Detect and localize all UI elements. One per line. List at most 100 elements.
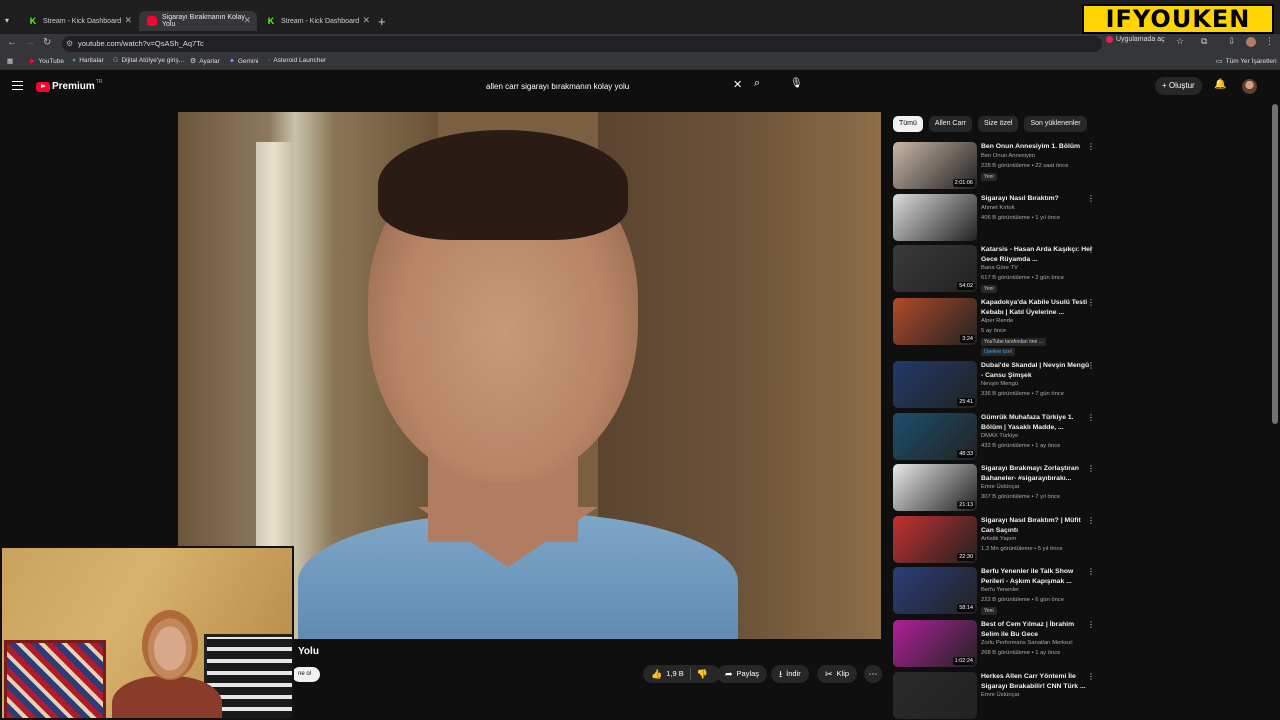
menu-icon[interactable] xyxy=(12,81,23,90)
recommendation-item[interactable]: 54:02 Katarsis - Hasan Arda Kaşıkçı: Her … xyxy=(893,245,1103,295)
recommendation-title[interactable]: Sigarayı Nasıl Bıraktım? | Müfit Can Saç… xyxy=(981,516,1093,535)
recommendation-title[interactable]: Gümrük Muhafaza Türkiye 1. Bölüm | Yasak… xyxy=(981,413,1093,432)
close-tab-icon[interactable]: ✕ xyxy=(124,15,132,26)
clear-search-icon[interactable]: ✕ xyxy=(733,78,742,91)
video-thumbnail[interactable]: 3:24 xyxy=(893,298,977,345)
search-icon[interactable]: ⌕ xyxy=(754,77,760,90)
recommendation-title[interactable]: Best of Cem Yılmaz | İbrahim Selim ile B… xyxy=(981,620,1093,639)
browser-tab[interactable]: K Stream - Kick Dashboard ✕ xyxy=(20,11,138,31)
video-thumbnail[interactable]: 54:02 xyxy=(893,245,977,292)
channel-name[interactable]: Alper Rende xyxy=(981,318,1013,324)
channel-name[interactable]: Nevşin Mengü xyxy=(981,381,1018,387)
back-icon[interactable]: ← xyxy=(7,37,17,48)
video-thumbnail[interactable]: 2:01:06 xyxy=(893,142,977,189)
subscribe-button[interactable]: ne ol xyxy=(292,667,320,682)
video-thumbnail[interactable]: 22:30 xyxy=(893,516,977,563)
more-options-icon[interactable]: ⋮ xyxy=(1087,464,1095,473)
close-tab-icon[interactable]: ✕ xyxy=(362,15,370,26)
recommendation-item[interactable]: 25:41 Dubai'de Skandal | Nevşin Mengü - C… xyxy=(893,361,1103,411)
video-thumbnail[interactable] xyxy=(893,672,977,719)
browser-menu-icon[interactable]: ⋮ xyxy=(1265,36,1274,47)
bookmark-star-icon[interactable]: ☆ xyxy=(1176,36,1184,47)
recommendation-item[interactable]: 3:24 Kapadokya'da Kabile Usulü Testi Keba… xyxy=(893,298,1103,356)
forward-icon[interactable]: → xyxy=(25,37,35,48)
site-info-icon[interactable]: ⚙ xyxy=(66,36,73,52)
recommendation-item[interactable]: 2:01:06 Ben Onun Annesiyim 1. Bölüm Ben On… xyxy=(893,142,1103,192)
more-options-icon[interactable]: ⋮ xyxy=(1087,413,1095,422)
channel-name[interactable]: Zorlu Performans Sanatları Merkezi xyxy=(981,640,1073,646)
chip-for-you[interactable]: Size özel xyxy=(978,116,1019,132)
more-options-icon[interactable]: ⋮ xyxy=(1087,298,1095,307)
more-options-icon[interactable]: ⋮ xyxy=(1087,194,1095,203)
video-thumbnail[interactable]: 58:14 xyxy=(893,567,977,614)
more-options-icon[interactable]: ⋮ xyxy=(1087,567,1095,576)
bookmark-digital-workshop[interactable]: G Dijital Atölye'ye giriş... xyxy=(113,57,184,64)
video-thumbnail[interactable]: 21:13 xyxy=(893,464,977,511)
search-input[interactable]: allen carr sigarayı bırakmanın kolay yol… xyxy=(478,78,748,96)
like-count[interactable]: 1,9 B xyxy=(666,665,684,683)
recommendation-item[interactable]: Herkes Allen Carr Yöntemi İle Sigarayı B… xyxy=(893,672,1103,720)
more-options-icon[interactable]: ⋮ xyxy=(1087,245,1095,254)
page-scrollbar[interactable] xyxy=(1272,104,1278,424)
video-thumbnail[interactable]: 25:41 xyxy=(893,361,977,408)
url-field[interactable]: ⚙ youtube.com/watch?v=QsASh_Aq7Tc xyxy=(62,36,1102,52)
recommendation-item[interactable]: 21:13 Sigarayı Bırakmayı Zorlaştıran Baha… xyxy=(893,464,1103,514)
recommendation-title[interactable]: Sigarayı Nasıl Bıraktım? xyxy=(981,194,1093,204)
tab-list-chevron-icon[interactable]: ▾ xyxy=(5,16,9,25)
channel-name[interactable]: Ahmet Kırtok xyxy=(981,205,1015,211)
recommendation-item[interactable]: 58:14 Berfu Yenenler ile Talk Show Perile… xyxy=(893,567,1103,617)
account-avatar[interactable] xyxy=(1242,79,1257,94)
channel-name[interactable]: DMAX Türkiye xyxy=(981,433,1018,439)
bookmark-gemini[interactable]: ✦ Gemini xyxy=(229,57,258,66)
more-actions-icon[interactable]: ⋯ xyxy=(864,665,882,683)
chip-recent[interactable]: Son yüklenenler xyxy=(1024,116,1087,132)
channel-name[interactable]: Emre Üstünçar xyxy=(981,692,1020,698)
close-tab-icon[interactable]: ✕ xyxy=(243,15,251,26)
recommendation-title[interactable]: Kapadokya'da Kabile Usulü Testi Kebabı |… xyxy=(981,298,1093,317)
reload-icon[interactable]: ↻ xyxy=(43,37,51,48)
clip-button[interactable]: ✂ Klip xyxy=(817,665,858,683)
extensions-icon[interactable]: ⧉ xyxy=(1201,36,1207,47)
downloads-icon[interactable]: ⇩ xyxy=(1228,36,1236,47)
recommendation-title[interactable]: Ben Onun Annesiyim 1. Bölüm xyxy=(981,142,1093,152)
like-icon[interactable]: 👍 xyxy=(651,665,662,683)
more-options-icon[interactable]: ⋮ xyxy=(1087,672,1095,681)
browser-tab[interactable]: K Stream - Kick Dashboard ✕ xyxy=(258,11,376,31)
bookmark-youtube[interactable]: ▶ YouTube xyxy=(30,57,64,66)
bookmark-asteroid[interactable]: · Asteroid Launcher xyxy=(268,57,326,64)
video-thumbnail[interactable] xyxy=(893,194,977,241)
bookmark-settings[interactable]: ⚙ Ayarlar xyxy=(190,57,220,66)
more-options-icon[interactable]: ⋮ xyxy=(1087,516,1095,525)
recommendation-title[interactable]: Katarsis - Hasan Arda Kaşıkçı: Her Gece … xyxy=(981,245,1093,264)
open-in-app-button[interactable]: Uygulamada aç xyxy=(1106,36,1165,43)
bookmark-maps[interactable]: ● Haritalar xyxy=(72,57,104,64)
profile-avatar[interactable] xyxy=(1246,37,1256,47)
apps-grid-icon[interactable]: ▦ xyxy=(7,57,13,65)
recommendation-title[interactable]: Dubai'de Skandal | Nevşin Mengü - Cansu … xyxy=(981,361,1093,380)
create-button[interactable]: + Oluştur xyxy=(1155,77,1202,95)
channel-name[interactable]: Ben Onun Annesiyim xyxy=(981,153,1035,159)
recommendation-title[interactable]: Herkes Allen Carr Yöntemi İle Sigarayı B… xyxy=(981,672,1093,691)
more-options-icon[interactable]: ⋮ xyxy=(1087,620,1095,629)
recommendation-item[interactable]: 22:30 Sigarayı Nasıl Bıraktım? | Müfit Ca… xyxy=(893,516,1103,566)
chip-all[interactable]: Tümü xyxy=(893,116,923,132)
browser-tab-active[interactable]: Sigarayı Bırakmanın Kolay Yolu ✕ xyxy=(139,11,257,31)
channel-name[interactable]: Artistik Yapım xyxy=(981,536,1016,542)
more-options-icon[interactable]: ⋮ xyxy=(1087,361,1095,370)
microphone-icon[interactable]: 🎙 xyxy=(790,78,803,89)
share-button[interactable]: ➦ Paylaş xyxy=(717,665,768,683)
new-tab-icon[interactable]: + xyxy=(378,14,386,29)
channel-name[interactable]: Emre Üstünçar xyxy=(981,484,1020,490)
all-bookmarks[interactable]: ▭ Tüm Yer İşaretleri xyxy=(1216,57,1277,66)
youtube-premium-logo[interactable]: Premium TR xyxy=(36,79,102,92)
chip-allen-carr[interactable]: Allen Carr xyxy=(928,116,973,132)
video-thumbnail[interactable]: 1:02:24 xyxy=(893,620,977,667)
download-button[interactable]: ⭳ İndir xyxy=(771,665,809,683)
channel-name[interactable]: Berfu Yenenler xyxy=(981,587,1019,593)
recommendation-item[interactable]: 1:02:24 Best of Cem Yılmaz | İbrahim Seli… xyxy=(893,620,1103,670)
more-options-icon[interactable]: ⋮ xyxy=(1087,142,1095,151)
recommendation-item[interactable]: 48:33 Gümrük Muhafaza Türkiye 1. Bölüm | … xyxy=(893,413,1103,463)
video-thumbnail[interactable]: 48:33 xyxy=(893,413,977,460)
channel-name[interactable]: Bana Göre TV xyxy=(981,265,1018,271)
recommendation-title[interactable]: Berfu Yenenler ile Talk Show Perileri - … xyxy=(981,567,1093,586)
